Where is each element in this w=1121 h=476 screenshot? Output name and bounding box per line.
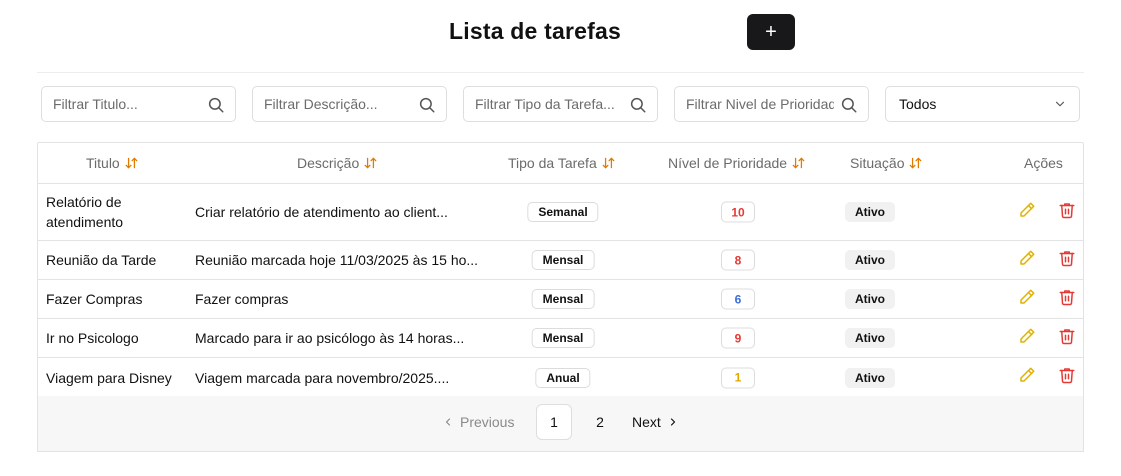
priority-badge: 6 xyxy=(721,288,755,310)
previous-label: Previous xyxy=(460,414,515,430)
page-button-2[interactable]: 2 xyxy=(582,404,618,440)
pencil-icon[interactable] xyxy=(1018,327,1036,345)
column-label: Ações xyxy=(1024,155,1063,171)
task-type-badge: Mensal xyxy=(531,289,595,309)
search-icon xyxy=(419,97,435,113)
next-label: Next xyxy=(632,414,661,430)
sort-icon[interactable] xyxy=(908,156,923,170)
column-header-actions: Ações xyxy=(1024,155,1063,171)
task-title: Reunião da Tarde xyxy=(46,252,157,268)
task-description: Fazer compras xyxy=(195,291,289,307)
table-row: Reunião da Tarde Reunião marcada hoje 11/… xyxy=(38,241,1083,280)
trash-icon[interactable] xyxy=(1058,366,1076,384)
sort-icon[interactable] xyxy=(791,156,806,170)
filter-description-field[interactable] xyxy=(252,86,447,122)
next-page-button[interactable]: Next xyxy=(632,404,679,440)
column-label: Descrição xyxy=(297,155,360,171)
previous-page-button[interactable]: Previous xyxy=(442,404,514,440)
table-body: Relatório de atendimento Criar relatório … xyxy=(38,184,1083,397)
column-header-type[interactable]: Tipo da Tarefa xyxy=(508,155,616,171)
page-title: Lista de tarefas xyxy=(449,18,621,44)
sort-icon[interactable] xyxy=(363,156,378,170)
task-description: Reunião marcada hoje 11/03/2025 às 15 ho… xyxy=(195,252,479,268)
task-description: Viagem marcada para novembro/2025.... xyxy=(195,369,450,386)
filter-priority-field[interactable] xyxy=(674,86,869,122)
status-badge: Ativo xyxy=(845,289,895,309)
column-header-status[interactable]: Situação xyxy=(850,155,923,171)
status-badge: Ativo xyxy=(845,328,895,348)
column-label: Nível de Prioridade xyxy=(668,155,788,171)
search-icon xyxy=(630,97,646,113)
search-icon xyxy=(841,97,857,113)
column-label: Tipo da Tarefa xyxy=(508,155,597,171)
sort-icon[interactable] xyxy=(601,156,616,170)
table-row: Viagem para Disney Viagem marcada para no… xyxy=(38,358,1083,397)
task-title: Relatório de atendimento xyxy=(46,194,124,230)
filter-title-field[interactable] xyxy=(41,86,236,122)
trash-icon[interactable] xyxy=(1058,201,1076,219)
column-header-description[interactable]: Descrição xyxy=(297,155,378,171)
page-button-1[interactable]: 1 xyxy=(536,404,572,440)
sort-icon[interactable] xyxy=(124,156,139,170)
task-title: Viagem para Disney xyxy=(46,369,172,386)
priority-badge: 9 xyxy=(721,327,755,349)
table-header: Titulo Descrição Tipo da Tarefa Nível de… xyxy=(38,143,1083,184)
column-header-priority[interactable]: Nível de Prioridade xyxy=(668,155,806,171)
task-title: Fazer Compras xyxy=(46,291,143,307)
table-row: Relatório de atendimento Criar relatório … xyxy=(38,184,1083,241)
trash-icon[interactable] xyxy=(1058,327,1076,345)
pagination: Previous 1 2 Next xyxy=(37,396,1084,452)
task-type-badge: Mensal xyxy=(531,328,595,348)
column-label: Situação xyxy=(850,155,905,171)
status-badge: Ativo xyxy=(845,250,895,270)
priority-badge: 1 xyxy=(721,367,755,388)
column-label: Titulo xyxy=(86,155,120,171)
priority-badge: 10 xyxy=(721,201,755,223)
pencil-icon[interactable] xyxy=(1018,249,1036,267)
priority-badge: 8 xyxy=(721,249,755,271)
status-filter-select[interactable]: Todos xyxy=(885,86,1080,122)
status-filter-value: Todos xyxy=(899,96,937,112)
column-header-title[interactable]: Titulo xyxy=(86,155,139,171)
pencil-icon[interactable] xyxy=(1018,201,1036,219)
filter-type-field[interactable] xyxy=(463,86,658,122)
status-badge: Ativo xyxy=(845,202,895,222)
status-badge: Ativo xyxy=(845,367,895,388)
table-row: Fazer Compras Fazer compras Mensal 6 Ativo xyxy=(38,280,1083,319)
chevron-down-icon xyxy=(1055,101,1065,107)
table-row: Ir no Psicologo Marcado para ir ao psicól… xyxy=(38,319,1083,358)
task-type-badge: Anual xyxy=(535,367,591,388)
add-task-button[interactable]: + xyxy=(747,14,795,50)
trash-icon[interactable] xyxy=(1058,288,1076,306)
task-type-badge: Mensal xyxy=(531,250,595,270)
pencil-icon[interactable] xyxy=(1018,288,1036,306)
task-type-badge: Semanal xyxy=(527,202,599,222)
pencil-icon[interactable] xyxy=(1018,366,1036,384)
task-title: Ir no Psicologo xyxy=(46,330,139,346)
task-table: Titulo Descrição Tipo da Tarefa Nível de… xyxy=(37,142,1084,398)
task-description: Criar relatório de atendimento ao client… xyxy=(195,204,448,220)
trash-icon[interactable] xyxy=(1058,249,1076,267)
task-description: Marcado para ir ao psicólogo às 14 horas… xyxy=(195,330,465,346)
chevron-right-icon xyxy=(670,418,675,426)
chevron-left-icon xyxy=(445,418,451,426)
search-icon xyxy=(208,97,224,113)
